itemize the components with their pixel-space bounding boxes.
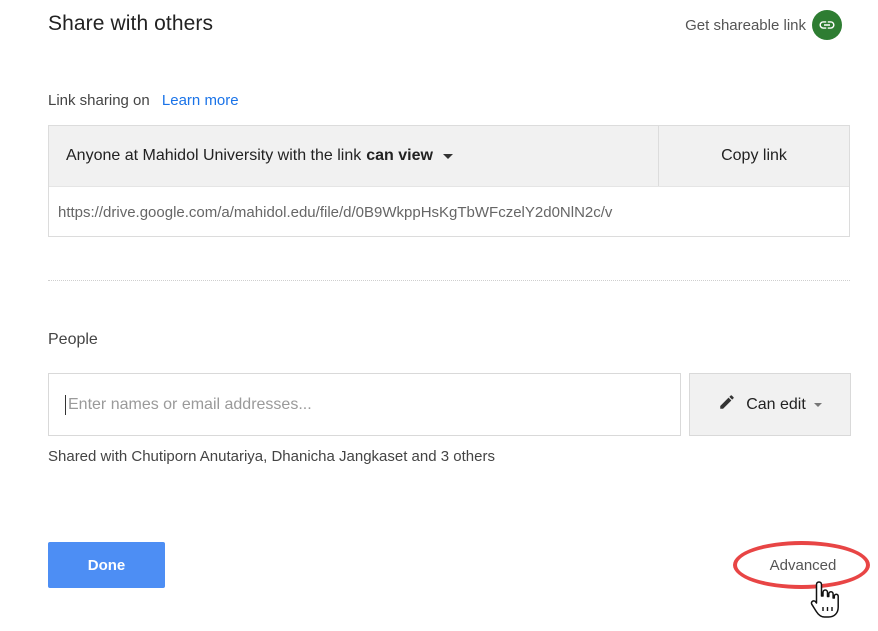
link-sharing-box: Anyone at Mahidol University with the li… [48, 125, 850, 237]
dropdown-caret-icon [442, 153, 453, 159]
permission-dropdown[interactable]: Can edit [689, 373, 851, 436]
permission-label: Can edit [746, 395, 806, 413]
people-input[interactable]: Enter names or email addresses... [48, 373, 681, 436]
learn-more-link[interactable]: Learn more [162, 92, 239, 109]
people-input-placeholder: Enter names or email addresses... [68, 395, 312, 413]
done-button[interactable]: Done [48, 542, 165, 588]
chevron-down-icon [813, 402, 822, 407]
get-shareable-link-button[interactable]: Get shareable link [685, 10, 842, 40]
dialog-title: Share with others [48, 12, 214, 35]
people-label: People [48, 331, 98, 348]
link-sharing-status: Link sharing on [48, 92, 150, 109]
pencil-icon [718, 393, 736, 416]
get-shareable-link-label: Get shareable link [685, 16, 806, 34]
highlight-ring [733, 541, 870, 589]
text-cursor [65, 394, 66, 415]
link-access-level: can view [366, 147, 433, 164]
link-icon [812, 10, 842, 40]
hand-cursor-icon [810, 580, 840, 625]
link-access-text: Anyone at Mahidol University with the li… [66, 147, 362, 164]
shared-with-text[interactable]: Shared with Chutiporn Anutariya, Dhanich… [48, 448, 495, 465]
section-divider [48, 280, 850, 281]
link-access-dropdown[interactable]: Anyone at Mahidol University with the li… [49, 126, 658, 186]
link-sharing-status-row: Link sharing on Learn more [48, 92, 239, 109]
copy-link-button[interactable]: Copy link [658, 126, 849, 186]
share-url-field[interactable]: https://drive.google.com/a/mahidol.edu/f… [49, 187, 849, 238]
